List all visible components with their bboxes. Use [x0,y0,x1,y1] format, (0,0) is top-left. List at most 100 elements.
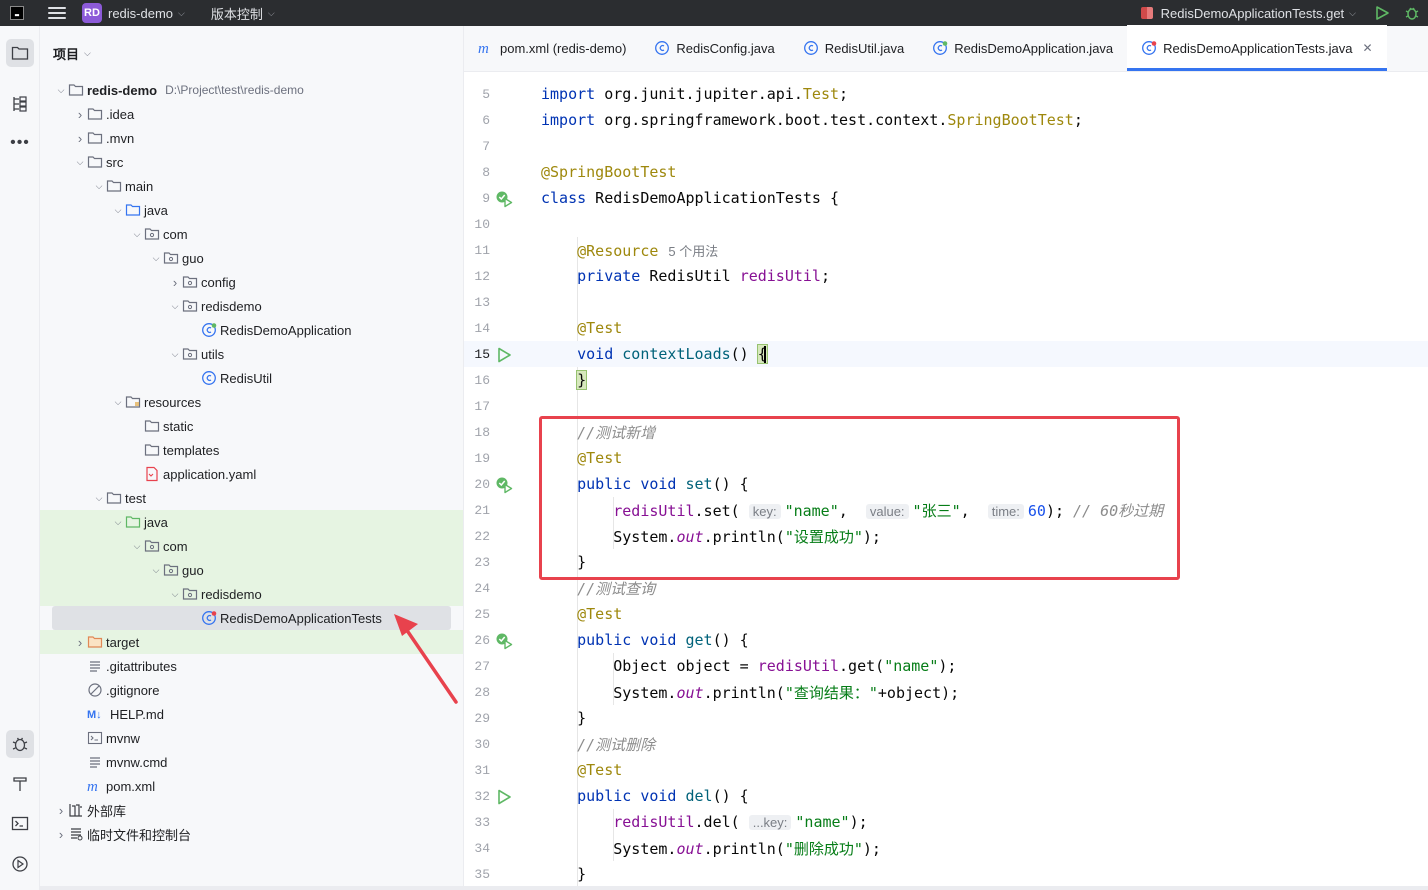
code-line[interactable]: 5 import org.junit.jupiter.api.Test; [464,81,1428,107]
chevron-down-icon[interactable]: ⌵ [92,181,106,192]
tree-item[interactable]: ⌵ guo [40,246,463,270]
chevron-down-icon[interactable]: ⌵ [92,493,106,504]
chevron-right-icon[interactable]: › [54,803,68,818]
code-line[interactable]: 23 } [464,549,1428,575]
tree-item[interactable]: ⌵ redisdemo [40,582,463,606]
code-line[interactable]: 25 @Test [464,601,1428,627]
tree-item[interactable]: ⌵ com [40,534,463,558]
chevron-down-icon[interactable]: ⌵ [111,517,125,528]
tree-item[interactable]: application.yaml [40,462,463,486]
editor-tab[interactable]: RedisConfig.java [640,25,788,71]
tree-item[interactable]: .gitattributes [40,654,463,678]
code-line[interactable]: 8 @SpringBootTest [464,159,1428,185]
chevron-down-icon[interactable]: ⌵ [84,48,91,59]
code-line[interactable]: 11 @Resource 5 个用法 [464,237,1428,263]
chevron-down-icon[interactable]: ⌵ [178,8,185,19]
code-line[interactable]: 14 @Test [464,315,1428,341]
tree-item[interactable]: ⌵ test [40,486,463,510]
run-test-gutter-icon[interactable] [495,476,513,494]
usages-hint[interactable]: 5 个用法 [668,244,718,259]
code-line[interactable]: 35 } [464,861,1428,887]
code-line[interactable]: 6 import org.springframework.boot.test.co… [464,107,1428,133]
tree-item[interactable]: › .mvn [40,126,463,150]
code-line[interactable]: 33 redisUtil.del( ...key: "name"); [464,809,1428,835]
code-line[interactable]: 20 public void set() { [464,471,1428,497]
tree-item[interactable]: ⌵ utils [40,342,463,366]
editor-tab[interactable]: m pom.xml (redis-demo) [464,25,640,71]
code-line[interactable]: 22 System.out.println("设置成功"); [464,523,1428,549]
tree-item[interactable]: RedisDemoApplicationTests [52,606,451,630]
tree-item[interactable]: templates [40,438,463,462]
tree-item[interactable]: mvnw [40,726,463,750]
close-icon[interactable]: ✕ [1362,41,1372,55]
code-line[interactable]: 17 [464,393,1428,419]
code-line[interactable]: 12 private RedisUtil redisUtil; [464,263,1428,289]
run-gutter-icon[interactable] [495,346,513,364]
code-line[interactable]: 18 //测试新增 [464,419,1428,445]
tree-item[interactable]: ⌵ main [40,174,463,198]
code-line[interactable]: 16 } [464,367,1428,393]
code-line[interactable]: 9 class RedisDemoApplicationTests { [464,185,1428,211]
tree-item[interactable]: › .idea [40,102,463,126]
code-line[interactable]: 27 Object object = redisUtil.get("name")… [464,653,1428,679]
chevron-right-icon[interactable]: › [73,131,87,146]
tree-item[interactable]: mvnw.cmd [40,750,463,774]
tree-item[interactable]: ⌵ resources [40,390,463,414]
code-line[interactable]: 7 [464,133,1428,159]
project-badge[interactable]: RD [82,3,102,23]
chevron-down-icon[interactable]: ⌵ [111,397,125,408]
jetbrains-logo-icon[interactable]: ▬ [10,6,24,20]
editor-tab[interactable]: RedisUtil.java [789,25,918,71]
tree-item[interactable]: › 临时文件和控制台 [40,822,463,846]
tree-item[interactable]: › 外部库 [40,798,463,822]
tree-item[interactable]: M↓ HELP.md [40,702,463,726]
tree-item[interactable]: ⌵ guo [40,558,463,582]
chevron-right-icon[interactable]: › [54,827,68,842]
code-line[interactable]: 30 //测试删除 [464,731,1428,757]
tree-item[interactable]: static [40,414,463,438]
run-config-selector[interactable]: RedisDemoApplicationTests.get ⌵ [1140,0,1356,26]
code-line[interactable]: 31 @Test [464,757,1428,783]
chevron-down-icon[interactable]: ⌵ [168,589,182,600]
code-line[interactable]: 24 //测试查询 [464,575,1428,601]
chevron-down-icon[interactable]: ⌵ [149,253,163,264]
chevron-down-icon[interactable]: ⌵ [268,8,275,19]
main-menu-icon[interactable] [48,7,66,19]
code-line[interactable]: 28 System.out.println("查询结果："+object); [464,679,1428,705]
code-line[interactable]: 34 System.out.println("删除成功"); [464,835,1428,861]
terminal-tool-button[interactable] [6,810,34,838]
tree-item[interactable]: ⌵ src [40,150,463,174]
code-line[interactable]: 19 @Test [464,445,1428,471]
structure-tool-button[interactable] [6,90,34,118]
tree-item[interactable]: › target [40,630,463,654]
code-line[interactable]: 10 [464,211,1428,237]
run-test-gutter-icon[interactable] [495,190,513,208]
code-line[interactable]: 21 redisUtil.set( key: "name", value: "张三"… [464,497,1428,523]
chevron-down-icon[interactable]: ⌵ [168,301,182,312]
tree-item[interactable]: RedisDemoApplication [40,318,463,342]
tree-item[interactable]: m pom.xml [40,774,463,798]
code-line[interactable]: 26 public void get() { [464,627,1428,653]
editor-tab[interactable]: RedisDemoApplication.java [918,25,1127,71]
chevron-right-icon[interactable]: › [73,107,87,122]
chevron-down-icon[interactable]: ⌵ [130,229,144,240]
tree-item[interactable]: › config [40,270,463,294]
chevron-down-icon[interactable]: ⌵ [111,205,125,216]
project-name[interactable]: redis-demo [108,6,173,21]
code-line[interactable]: 15 void contextLoads() { [464,341,1428,367]
code-line[interactable]: 13 [464,289,1428,315]
tree-item[interactable]: ⌵ com [40,222,463,246]
chevron-down-icon[interactable]: ⌵ [168,349,182,360]
horizontal-scrollbar[interactable] [40,886,1428,890]
chevron-down-icon[interactable]: ⌵ [54,85,68,96]
editor-tab[interactable]: RedisDemoApplicationTests.java ✕ [1127,25,1387,71]
debug-icon[interactable] [1404,5,1420,21]
chevron-right-icon[interactable]: › [73,635,87,650]
chevron-right-icon[interactable]: › [168,275,182,290]
tree-item[interactable]: ⌵ redisdemo [40,294,463,318]
tree-item[interactable]: .gitignore [40,678,463,702]
run-icon[interactable] [1374,5,1390,21]
project-tool-button[interactable] [6,39,34,67]
debug-tool-button[interactable] [6,730,34,758]
code-line[interactable]: 29 } [464,705,1428,731]
